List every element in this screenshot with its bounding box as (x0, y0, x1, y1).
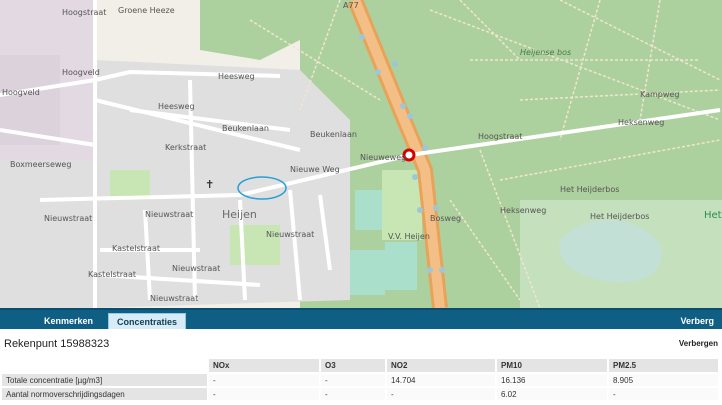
table-row: Aantal normoverschrijdingsdagen - - - 6.… (2, 387, 720, 402)
row-label: Aantal normoverschrijdingsdagen (2, 387, 209, 402)
col-header-pm10: PM10 (496, 359, 609, 374)
table-cell: 8.905 (608, 373, 720, 388)
table-cell: - (320, 387, 387, 402)
col-header-nox: NOx (208, 359, 321, 374)
concentration-panel: Rekenpunt 15988323 Verbergen NOx O3 NO2 … (0, 329, 722, 405)
table-cell: - (208, 373, 321, 388)
table-cell: 16.136 (496, 373, 609, 388)
table-cell: - (608, 387, 720, 402)
table-corner (2, 359, 209, 374)
col-header-pm25: PM2.5 (608, 359, 720, 374)
col-header-no2: NO2 (386, 359, 497, 374)
concentration-table: NOx O3 NO2 PM10 PM2.5 Totale concentrati… (2, 359, 720, 402)
table-cell: - (386, 387, 497, 402)
panel-title: Rekenpunt 15988323 (4, 338, 110, 350)
table-row: Totale concentratie [µg/m3] - - 14.704 1… (2, 373, 720, 388)
map-view[interactable]: Hoogveld Hoogveld Hoogstraat Groene Heez… (0, 0, 722, 308)
row-label: Totale concentratie [µg/m3] (2, 373, 209, 388)
hide-panel-button[interactable]: Verbergen (679, 339, 718, 348)
hide-tabs-button[interactable]: Verberg (680, 313, 714, 330)
col-header-o3: O3 (320, 359, 387, 374)
table-cell: 14.704 (386, 373, 497, 388)
table-cell: - (320, 373, 387, 388)
table-header-row: NOx O3 NO2 PM10 PM2.5 (2, 359, 720, 374)
map-canvas (0, 0, 722, 308)
table-cell: 6.02 (496, 387, 609, 402)
panel-tab-bar: Kenmerken Concentraties Verberg (0, 308, 722, 331)
table-cell: - (208, 387, 321, 402)
